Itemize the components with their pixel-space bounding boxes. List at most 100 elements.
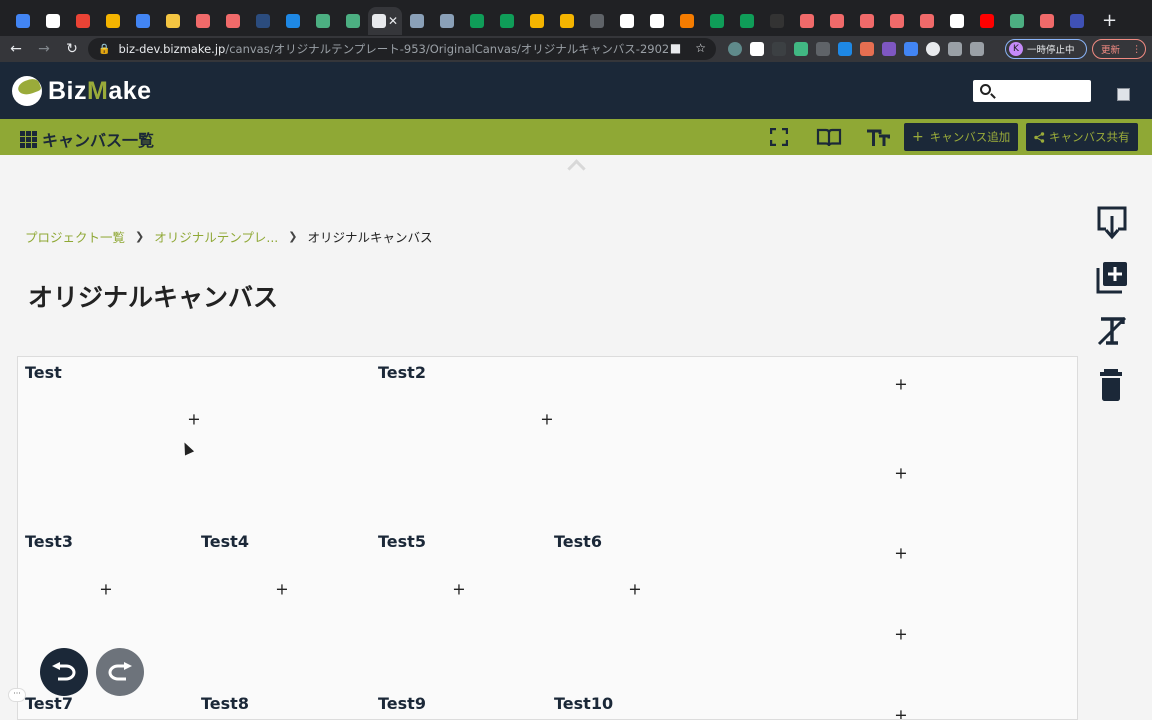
- browser-tab[interactable]: [762, 7, 792, 35]
- extension-icon[interactable]: [772, 42, 786, 56]
- camera-icon[interactable]: ■: [670, 41, 681, 55]
- browser-tab[interactable]: [942, 7, 972, 35]
- add-item-icon[interactable]: +: [275, 580, 288, 599]
- browser-tab[interactable]: [98, 7, 128, 35]
- text-size-icon[interactable]: [866, 128, 890, 147]
- add-item-icon[interactable]: +: [894, 544, 907, 563]
- browser-tab[interactable]: [582, 7, 612, 35]
- canvas-cell[interactable]: +: [724, 688, 1077, 720]
- canvas-cell[interactable]: Test6 +: [547, 526, 725, 689]
- browser-tab[interactable]: [68, 7, 98, 35]
- canvas-cell[interactable]: Test +: [18, 357, 372, 527]
- canvas-cell[interactable]: Test9: [371, 688, 548, 719]
- canvas-cell[interactable]: +: [724, 357, 1077, 447]
- add-item-icon[interactable]: +: [894, 375, 907, 394]
- add-canvas-button[interactable]: + キャンバス追加: [904, 123, 1019, 151]
- browser-tab[interactable]: [492, 7, 522, 35]
- browser-tab[interactable]: [612, 7, 642, 35]
- browser-tab[interactable]: [702, 7, 732, 35]
- breadcrumb-item-projects[interactable]: プロジェクト一覧: [25, 227, 125, 246]
- trash-icon[interactable]: [1095, 367, 1129, 403]
- browser-tab[interactable]: ✕: [368, 7, 402, 35]
- extension-icon[interactable]: [904, 42, 918, 56]
- add-copy-icon[interactable]: [1095, 259, 1129, 295]
- extension-icon[interactable]: [816, 42, 830, 56]
- bookmark-star-icon[interactable]: ☆: [695, 41, 706, 55]
- puzzle-icon[interactable]: [948, 42, 962, 56]
- browser-tab[interactable]: [158, 7, 188, 35]
- share-canvas-button[interactable]: キャンバス共有: [1026, 123, 1138, 151]
- add-item-icon[interactable]: +: [99, 580, 112, 599]
- canvas-cell[interactable]: Test10: [547, 688, 725, 719]
- browser-tab[interactable]: [8, 7, 38, 35]
- profile-chip[interactable]: K 一時停止中: [1005, 39, 1087, 59]
- forward-icon[interactable]: →: [32, 37, 56, 61]
- browser-tab[interactable]: [972, 7, 1002, 35]
- browser-tab[interactable]: [642, 7, 672, 35]
- book-icon[interactable]: [816, 128, 842, 147]
- redo-button[interactable]: [96, 648, 144, 696]
- download-canvas-icon[interactable]: [1095, 205, 1129, 241]
- update-button[interactable]: 更新 ⋮: [1092, 39, 1146, 59]
- breadcrumb-item-template[interactable]: オリジナルテンプレ...: [154, 227, 278, 246]
- canvas-cell[interactable]: Test4 +: [194, 526, 372, 689]
- canvas-cell[interactable]: Test2 +: [371, 357, 725, 527]
- extension-icon[interactable]: [860, 42, 874, 56]
- canvas-cell[interactable]: Test5 +: [371, 526, 548, 689]
- browser-tab[interactable]: [38, 7, 68, 35]
- add-item-icon[interactable]: +: [628, 580, 641, 599]
- canvas-cell[interactable]: +: [724, 607, 1077, 689]
- clear-format-icon[interactable]: [1095, 313, 1129, 349]
- add-item-icon[interactable]: +: [894, 706, 907, 720]
- add-item-icon[interactable]: +: [894, 625, 907, 644]
- browser-tab[interactable]: [1032, 7, 1062, 35]
- user-avatar[interactable]: [1117, 88, 1130, 101]
- address-bar[interactable]: 🔒 biz-dev.bizmake.jp/canvas/オリジナルテンプレート-…: [88, 38, 716, 60]
- browser-tab[interactable]: [338, 7, 368, 35]
- new-tab-button[interactable]: +: [1102, 10, 1117, 31]
- browser-tab[interactable]: [552, 7, 582, 35]
- canvas-cell[interactable]: Test8: [194, 688, 372, 719]
- back-icon[interactable]: ←: [4, 37, 28, 61]
- browser-tab[interactable]: [462, 7, 492, 35]
- browser-tab[interactable]: [128, 7, 158, 35]
- search-input[interactable]: [973, 80, 1091, 102]
- browser-tab[interactable]: [1062, 7, 1092, 35]
- browser-tab[interactable]: [732, 7, 762, 35]
- reading-list-icon[interactable]: [970, 42, 984, 56]
- more-dots-icon[interactable]: ···: [8, 688, 26, 702]
- browser-tab[interactable]: [672, 7, 702, 35]
- browser-tab[interactable]: [432, 7, 462, 35]
- browser-tab[interactable]: [308, 7, 338, 35]
- canvas-cell[interactable]: Test7: [18, 688, 195, 719]
- extension-icon[interactable]: [882, 42, 896, 56]
- browser-tab[interactable]: [278, 7, 308, 35]
- kebab-menu-icon[interactable]: ⋮: [1132, 44, 1142, 55]
- reload-icon[interactable]: ↻: [60, 37, 84, 61]
- canvas-list-link[interactable]: キャンバス一覧: [20, 127, 154, 151]
- add-item-icon[interactable]: +: [894, 464, 907, 483]
- add-item-icon[interactable]: +: [452, 580, 465, 599]
- browser-tab[interactable]: [522, 7, 552, 35]
- browser-tab[interactable]: [792, 7, 822, 35]
- extension-icon[interactable]: [838, 42, 852, 56]
- add-item-icon[interactable]: +: [540, 410, 553, 429]
- canvas-cell[interactable]: +: [724, 446, 1077, 527]
- browser-tab[interactable]: [852, 7, 882, 35]
- extension-icon[interactable]: [794, 42, 808, 56]
- extension-icon[interactable]: [926, 42, 940, 56]
- browser-tab[interactable]: [882, 7, 912, 35]
- browser-tab[interactable]: [248, 7, 278, 35]
- canvas-cell[interactable]: +: [724, 526, 1077, 608]
- extension-icon[interactable]: [750, 42, 764, 56]
- fullscreen-icon[interactable]: [770, 128, 788, 146]
- browser-tab[interactable]: [402, 7, 432, 35]
- undo-button[interactable]: [40, 648, 88, 696]
- close-tab-icon[interactable]: ✕: [388, 14, 398, 28]
- browser-tab[interactable]: [218, 7, 248, 35]
- add-item-icon[interactable]: +: [187, 410, 200, 429]
- browser-tab[interactable]: [1002, 7, 1032, 35]
- browser-tab[interactable]: [822, 7, 852, 35]
- extension-icon[interactable]: [728, 42, 742, 56]
- browser-tab[interactable]: [912, 7, 942, 35]
